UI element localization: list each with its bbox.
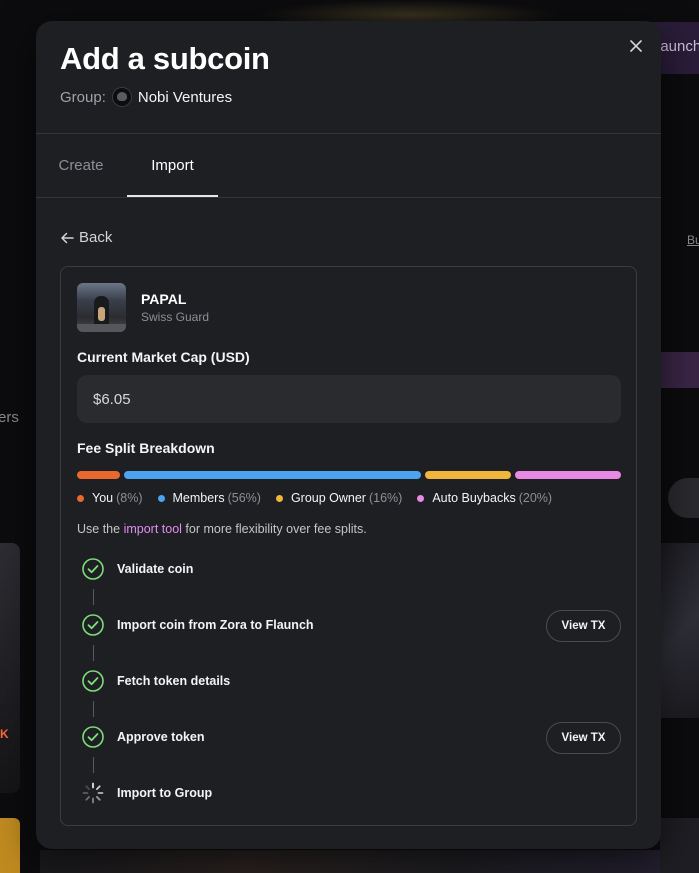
legend-item-you: You (8%) xyxy=(77,491,143,505)
step-connector xyxy=(93,757,94,773)
background-bottom-strip xyxy=(40,850,660,873)
step-import-coin: Import coin from Zora to Flaunch View TX xyxy=(81,610,621,642)
coin-name: PAPAL xyxy=(141,291,187,307)
modal-title: Add a subcoin xyxy=(60,41,270,76)
legend-dot xyxy=(275,494,283,502)
fee-segment-members xyxy=(123,471,422,479)
group-row: Group: Nobi Ventures xyxy=(60,87,232,107)
tab-bar: Create Import xyxy=(36,134,661,197)
close-icon xyxy=(630,40,642,52)
arrow-left-icon xyxy=(61,232,74,243)
tab-create[interactable]: Create xyxy=(44,134,118,197)
background-link: Bu xyxy=(687,233,699,247)
step-label: Approve token xyxy=(117,730,205,744)
legend-pct: (56%) xyxy=(227,491,261,505)
view-tx-button[interactable]: View TX xyxy=(546,610,621,642)
legend-dot xyxy=(77,494,84,502)
check-circle-icon xyxy=(82,558,104,580)
step-validate-coin: Validate coin xyxy=(81,557,621,583)
background-pill xyxy=(668,478,699,518)
check-circle-icon xyxy=(82,614,104,636)
legend-item-auto-buybacks: Auto Buybacks (20%) xyxy=(417,491,552,505)
group-avatar xyxy=(111,87,132,107)
fee-split-bar xyxy=(77,471,622,479)
back-label: Back xyxy=(79,229,113,246)
step-label: Fetch token details xyxy=(117,674,231,688)
legend-name: Auto Buybacks xyxy=(432,491,516,505)
group-name: Nobi Ventures xyxy=(137,88,233,106)
background-text: ers xyxy=(0,409,19,426)
view-tx-button[interactable]: View TX xyxy=(546,722,621,754)
fee-segment-group-owner xyxy=(425,471,511,479)
background-card-value: K xyxy=(0,727,9,741)
tab-import[interactable]: Import xyxy=(127,134,218,197)
legend-dot xyxy=(157,494,165,502)
check-circle-icon xyxy=(82,670,104,692)
step-label: Import to Group xyxy=(117,786,213,800)
step-approve-token: Approve token View TX xyxy=(81,722,621,754)
fee-split-label: Fee Split Breakdown xyxy=(77,440,215,456)
loading-spinner-icon xyxy=(82,782,104,804)
step-label: Validate coin xyxy=(117,562,194,576)
back-button[interactable]: Back xyxy=(60,229,112,246)
import-tool-link[interactable]: import tool xyxy=(124,522,182,536)
step-connector xyxy=(93,701,94,717)
step-label: Import coin from Zora to Flaunch xyxy=(117,618,314,632)
step-fetch-token: Fetch token details xyxy=(81,669,621,695)
step-connector xyxy=(93,645,94,661)
fee-segment-you xyxy=(77,471,120,479)
market-cap-label: Current Market Cap (USD) xyxy=(77,349,250,365)
step-import-to-group: Import to Group xyxy=(81,781,621,807)
market-cap-input[interactable] xyxy=(77,375,621,423)
legend-name: Group Owner xyxy=(290,491,366,505)
import-card: PAPAL Swiss Guard Current Market Cap (US… xyxy=(60,266,637,826)
close-button[interactable] xyxy=(625,35,647,57)
import-note: Use the import tool for more flexibility… xyxy=(77,522,367,536)
legend-item-group-owner: Group Owner (16%) xyxy=(275,491,403,505)
legend-pct: (8%) xyxy=(116,491,143,505)
coin-image xyxy=(77,283,126,332)
step-connector xyxy=(93,589,94,605)
background-card-image-right-2 xyxy=(660,818,699,873)
import-note-suffix: for more flexibility over fee splits. xyxy=(181,522,367,536)
background-card-image xyxy=(0,543,20,793)
fee-segment-auto-buybacks xyxy=(514,471,622,479)
legend-dot xyxy=(417,494,425,502)
add-subcoin-modal: Add a subcoin Group: Nobi Ventures Creat… xyxy=(36,21,661,849)
tabs-divider xyxy=(36,197,661,198)
background-card-image-right xyxy=(660,543,699,718)
legend-pct: (20%) xyxy=(518,491,553,505)
legend-name: You xyxy=(92,491,114,505)
coin-subtitle: Swiss Guard xyxy=(141,310,210,324)
import-note-prefix: Use the xyxy=(77,522,124,536)
legend-item-members: Members (56%) xyxy=(157,491,261,505)
legend-name: Members xyxy=(172,491,225,505)
legend-pct: (16%) xyxy=(368,491,403,505)
fee-legend: You (8%) Members (56%) Group Owner (16%)… xyxy=(77,491,567,505)
check-circle-icon xyxy=(82,726,104,748)
group-label: Group: xyxy=(60,88,106,106)
background-card-gold xyxy=(0,818,20,873)
